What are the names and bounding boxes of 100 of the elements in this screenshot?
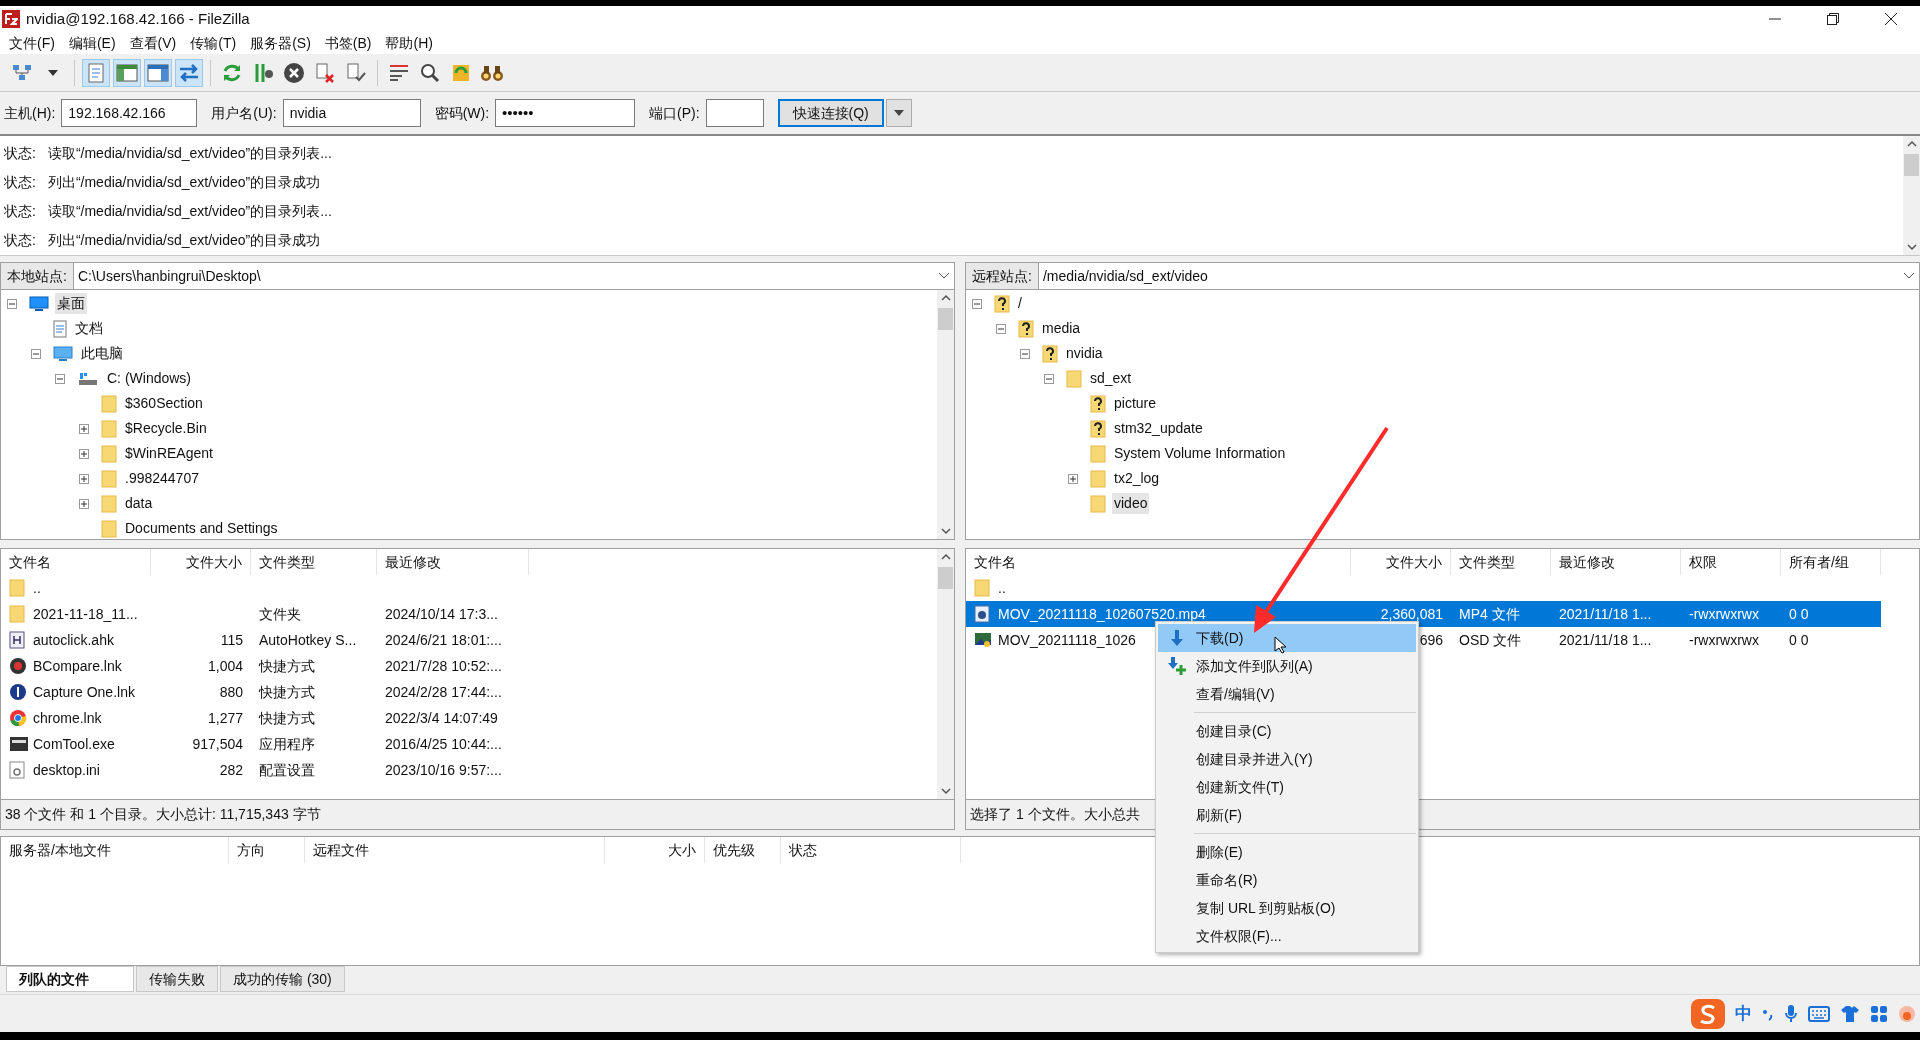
scrollbar[interactable] (937, 549, 954, 799)
menu-item[interactable]: 创建新文件(T) (1158, 773, 1416, 801)
menu-item[interactable]: 添加文件到队列(A) (1158, 652, 1416, 680)
menu-item[interactable]: 文件权限(F)... (1158, 922, 1416, 950)
collapse-icon[interactable] (972, 298, 982, 309)
table-cell-text: BCompare.lnk (33, 656, 122, 676)
tree-item[interactable]: 此电脑 (79, 343, 125, 364)
column-header[interactable]: 文件类型 (251, 549, 377, 575)
tree-item[interactable]: 桌面 (55, 293, 87, 314)
column-header[interactable]: 所有者/组 (1781, 549, 1881, 575)
column-header[interactable]: 最近修改 (1551, 549, 1681, 575)
mascot-icon[interactable] (1898, 1004, 1916, 1023)
shirt-icon[interactable] (1840, 1004, 1860, 1023)
scroll-thumb[interactable] (938, 567, 953, 589)
scroll-thumb[interactable] (1904, 154, 1919, 176)
folder-icon (1090, 494, 1106, 513)
path-dropdown[interactable]: C:\Users\hanbingrui\Desktop\ (73, 263, 954, 289)
table-cell-text: 880 (219, 682, 243, 702)
column-header[interactable]: 文件大小 (1351, 549, 1451, 575)
menu-item[interactable]: 重命名(R) (1158, 866, 1416, 894)
menu-item[interactable]: 帮助(H) (378, 32, 440, 54)
expand-icon[interactable] (79, 423, 89, 434)
column-header[interactable]: 远程文件 (305, 837, 605, 863)
quickconnect-button[interactable]: 快速连接(Q) (777, 99, 884, 127)
queue-tab[interactable]: 成功的传输 (30) (220, 966, 345, 992)
tree-item[interactable]: tx2_log (1112, 468, 1162, 489)
menu-item[interactable]: 创建目录(C) (1158, 717, 1416, 745)
menu-item[interactable]: 文件(F) (2, 32, 62, 54)
menu-item[interactable]: 创建目录并进入(Y) (1158, 745, 1416, 773)
menu-item[interactable]: 查看/编辑(V) (1158, 680, 1416, 708)
tree-item[interactable]: 文档 (73, 318, 105, 339)
tree-item[interactable]: System Volume Information (1112, 443, 1288, 464)
menu-item[interactable]: 删除(E) (1158, 838, 1416, 866)
scrollbar[interactable] (1903, 136, 1920, 255)
tree-item[interactable]: $360Section (123, 393, 205, 414)
column-header[interactable]: 优先级 (705, 837, 781, 863)
window-pane-icon[interactable] (113, 58, 141, 87)
collapse-icon[interactable] (7, 298, 17, 309)
column-header[interactable]: 服务器/本地文件 (1, 837, 229, 863)
collapse-icon[interactable] (31, 348, 41, 359)
username-field[interactable]: nvidia (282, 99, 421, 127)
column-header[interactable]: 状态 (781, 837, 961, 863)
document-icon[interactable] (82, 58, 110, 87)
tree-item[interactable]: $WinREAgent (123, 443, 215, 464)
menu-item[interactable]: 服务器(S) (243, 32, 318, 54)
keyboard-icon[interactable] (1808, 1005, 1830, 1022)
column-header[interactable]: 权限 (1681, 549, 1781, 575)
menu-item[interactable]: 刷新(F) (1158, 801, 1416, 829)
table-cell-text: 2021-11-18_11... (33, 604, 138, 624)
log-label: 状态: (4, 202, 36, 221)
tree-item[interactable]: nvidia (1064, 343, 1105, 364)
queue-tab[interactable]: 列队的文件 (6, 966, 134, 992)
scroll-thumb[interactable] (938, 308, 953, 330)
menu-item[interactable]: 查看(V) (122, 32, 184, 54)
collapse-icon[interactable] (55, 373, 65, 384)
menu-item[interactable]: 下载(D) (1158, 624, 1416, 652)
password-field[interactable]: •••••• (495, 99, 636, 127)
tree-item[interactable]: picture (1112, 393, 1159, 414)
ime-mode[interactable]: 中 (1735, 1000, 1752, 1027)
host-field[interactable]: 192.168.42.166 (61, 99, 198, 127)
tree-item[interactable]: media (1040, 318, 1083, 339)
expand-icon[interactable] (79, 448, 89, 459)
selected-file-row[interactable]: MOV_20211118_102607520.mp4 2,360,081 MP4 文件 2021/11/18 1... -rwxrwxrwx 0 0 (966, 601, 1881, 627)
tree-item[interactable]: stm32_update (1112, 418, 1205, 439)
grid-icon[interactable] (1870, 1004, 1888, 1023)
port-field[interactable] (705, 99, 764, 127)
column-header[interactable]: 文件名 (1, 549, 151, 575)
tree-item[interactable]: video (1112, 493, 1150, 514)
tree-item[interactable]: sd_ext (1088, 368, 1134, 389)
expand-icon[interactable] (1068, 473, 1078, 484)
column-header[interactable]: 文件名 (966, 549, 1351, 575)
collapse-icon[interactable] (996, 323, 1006, 334)
column-header[interactable]: 文件大小 (151, 549, 251, 575)
expand-icon[interactable] (79, 473, 89, 484)
transfer-arrows-icon[interactable] (175, 58, 203, 87)
menu-item[interactable]: 书签(B) (317, 32, 379, 54)
tree-item[interactable]: / (1016, 293, 1024, 314)
menu-item[interactable]: 编辑(E) (61, 32, 123, 54)
collapse-icon[interactable] (1044, 373, 1054, 384)
column-header[interactable]: 最近修改 (377, 549, 529, 575)
path-dropdown[interactable]: /media/nvidia/sd_ext/video (1038, 263, 1919, 289)
menu-item[interactable]: 传输(T) (183, 32, 244, 54)
window-pane-icon[interactable] (144, 58, 172, 87)
microphone-icon[interactable] (1784, 1003, 1798, 1024)
collapse-icon[interactable] (1020, 348, 1030, 359)
tree-item[interactable]: $Recycle.Bin (123, 418, 209, 439)
dropdown-button[interactable] (885, 99, 912, 127)
queue-tab[interactable]: 传输失败 (136, 966, 218, 992)
tree-item[interactable]: Documents and Settings (123, 518, 280, 539)
ime-logo-icon[interactable] (1691, 998, 1725, 1029)
menu-item[interactable]: 复制 URL 到剪贴板(O) (1158, 894, 1416, 922)
column-header[interactable]: 方向 (229, 837, 305, 863)
tree-item[interactable]: data (123, 493, 155, 514)
expand-icon[interactable] (79, 498, 89, 509)
column-header[interactable]: 大小 (605, 837, 705, 863)
tree-item[interactable]: .998244707 (123, 468, 201, 489)
folder-icon (101, 394, 117, 413)
tree-item[interactable]: C: (Windows) (105, 368, 193, 389)
column-header[interactable]: 文件类型 (1451, 549, 1551, 575)
scrollbar[interactable] (937, 290, 954, 539)
